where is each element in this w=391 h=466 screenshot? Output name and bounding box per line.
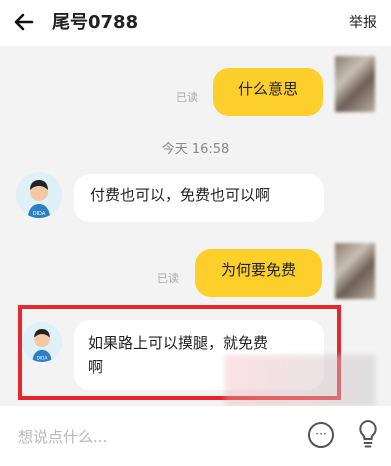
watermark-blur — [225, 355, 375, 407]
input-bar: 想说点什么... ··· — [0, 406, 391, 466]
message-text: 什么意思 — [237, 80, 298, 98]
my-message-bubble[interactable]: 什么意思 — [213, 68, 323, 116]
read-status: 已读 — [157, 272, 179, 285]
report-button[interactable]: 举报 — [349, 13, 377, 33]
their-message-bubble[interactable]: 付费也可以，免费也可以啊 — [74, 174, 324, 222]
lightbulb-icon[interactable] — [355, 418, 381, 450]
message-input[interactable]: 想说点什么... — [18, 426, 107, 447]
avatar-label: DIDA — [33, 211, 46, 217]
chat-title: 尾号0788 — [52, 12, 139, 33]
read-status: 已读 — [176, 91, 198, 104]
timestamp: 今天 16:58 — [161, 142, 230, 157]
emoji-icon[interactable]: ··· — [308, 422, 334, 448]
top-bar: 尾号0788 举报 — [0, 0, 391, 46]
message-text: 付费也可以，免费也可以啊 — [90, 186, 271, 204]
contact-avatar[interactable]: DIDA — [16, 172, 62, 218]
my-avatar[interactable] — [335, 243, 375, 299]
my-avatar[interactable] — [335, 56, 375, 112]
back-arrow-icon[interactable] — [12, 10, 38, 36]
my-message-bubble[interactable]: 为何要免费 — [195, 249, 322, 297]
message-text: 为何要免费 — [220, 261, 296, 279]
